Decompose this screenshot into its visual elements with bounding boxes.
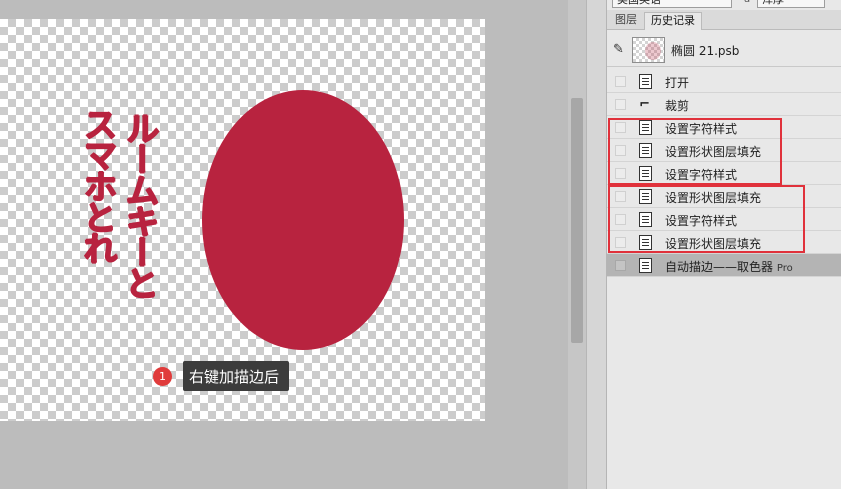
step-badge: 1 xyxy=(153,366,172,386)
history-item-crop[interactable]: ⌐ 裁剪 xyxy=(607,93,841,116)
history-checkbox[interactable] xyxy=(615,122,626,133)
history-item-auto-stroke[interactable]: 自动描边——取色器 Pro xyxy=(607,254,841,277)
annotation-label: 右键加描边后 xyxy=(183,361,290,391)
history-checkbox[interactable] xyxy=(615,237,626,248)
history-item-label: 设置形状图层填充 xyxy=(665,145,762,159)
history-item-set-shape-fill[interactable]: 设置形状图层填充 xyxy=(607,139,841,162)
history-item-label: 自动描边——取色器 Pro xyxy=(665,258,793,275)
history-checkbox[interactable] xyxy=(615,99,626,110)
history-checkbox[interactable] xyxy=(615,168,626,179)
history-item-set-shape-fill[interactable]: 设置形状图层填充 xyxy=(607,185,841,208)
history-item-set-shape-fill[interactable]: 设置形状图层填充 xyxy=(607,231,841,254)
history-snapshot[interactable]: ✎ 椭圆 21.psb xyxy=(607,31,841,67)
history-item-label: 设置形状图层填充 xyxy=(665,237,762,251)
history-item-label: 设置字符样式 xyxy=(665,168,738,182)
pro-suffix: Pro xyxy=(776,263,793,274)
language-select[interactable]: 美国英语 xyxy=(612,0,732,8)
history-item-label: 打开 xyxy=(665,76,690,90)
tab-history[interactable]: 历史记录 xyxy=(644,12,702,31)
history-item-label: 设置字符样式 xyxy=(665,214,738,228)
anti-alias-icon: a xyxy=(744,0,750,5)
character-options-row: 美国英语 a 浑厚 xyxy=(607,0,841,10)
ellipse-shape[interactable] xyxy=(202,90,404,350)
history-checkbox[interactable] xyxy=(615,214,626,225)
document-icon xyxy=(639,212,652,227)
history-item-set-char-style[interactable]: 设置字符样式 xyxy=(607,208,841,231)
crop-icon: ⌐ xyxy=(639,97,650,112)
snapshot-thumbnail xyxy=(632,37,665,63)
history-item-open[interactable]: 打开 xyxy=(607,70,841,93)
canvas-workspace[interactable]: スマホとれ ルームキーと 1 右键加描边后 xyxy=(0,0,568,489)
history-checkbox[interactable] xyxy=(615,260,626,271)
document-icon xyxy=(639,143,652,158)
history-item-set-char-style[interactable]: 设置字符样式 xyxy=(607,116,841,139)
history-item-label: 设置形状图层填充 xyxy=(665,191,762,205)
history-checkbox[interactable] xyxy=(615,191,626,202)
document-icon xyxy=(639,258,652,273)
brush-icon[interactable]: ✎ xyxy=(613,42,624,57)
document-icon xyxy=(639,120,652,135)
document-icon xyxy=(639,189,652,204)
panel-tab-bar: 图层 历史记录 xyxy=(607,10,841,31)
tab-layers[interactable]: 图层 xyxy=(609,12,643,30)
history-panel: 美国英语 a 浑厚 图层 历史记录 ✎ 椭圆 21.psb 打开 ⌐ 裁剪 设置… xyxy=(606,0,841,489)
document-icon xyxy=(639,235,652,250)
history-item-text: 自动描边——取色器 xyxy=(665,260,774,274)
history-item-set-char-style[interactable]: 设置字符样式 xyxy=(607,162,841,185)
snapshot-label: 椭圆 21.psb xyxy=(671,44,740,58)
panel-gutter xyxy=(586,0,606,489)
history-checkbox[interactable] xyxy=(615,76,626,87)
history-checkbox[interactable] xyxy=(615,145,626,156)
document-icon xyxy=(639,74,652,89)
anti-alias-select[interactable]: 浑厚 xyxy=(757,0,825,8)
history-list: 打开 ⌐ 裁剪 设置字符样式 设置形状图层填充 设置字符样式 设置形状图层填充 xyxy=(607,70,841,277)
vertical-text-left[interactable]: スマホとれ xyxy=(76,107,118,262)
document-icon xyxy=(639,166,652,181)
vertical-text-right[interactable]: ルームキーと xyxy=(118,111,160,297)
history-item-label: 裁剪 xyxy=(665,99,690,113)
annotation-callout: 1 右键加描边后 xyxy=(153,361,290,391)
scrollbar-thumb[interactable] xyxy=(571,98,583,343)
history-item-label: 设置字符样式 xyxy=(665,122,738,136)
